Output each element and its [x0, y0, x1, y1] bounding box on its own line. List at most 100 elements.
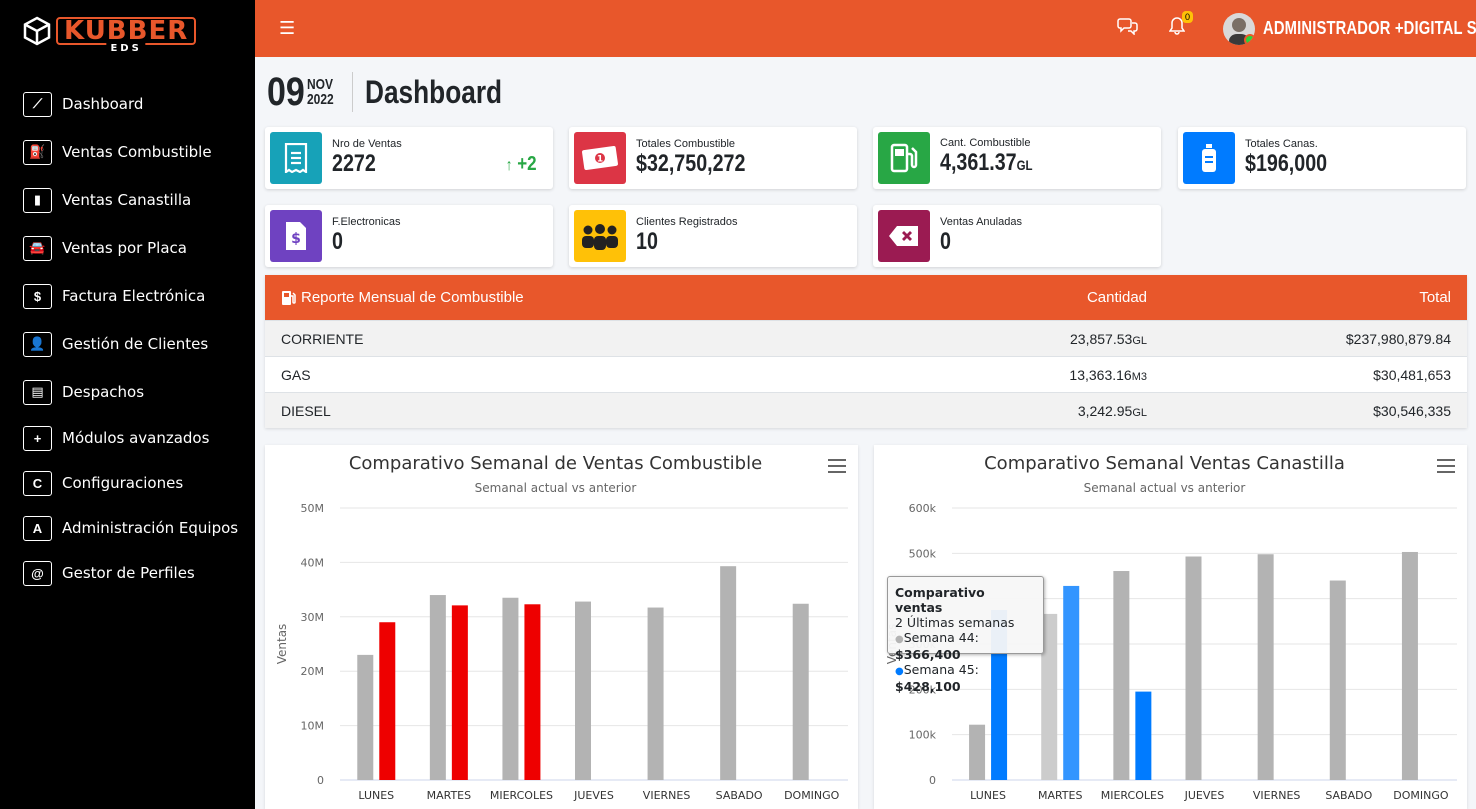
y-axis-label: Ventas	[275, 624, 289, 665]
card-ventas-anuladas[interactable]: Ventas Anuladas 0	[873, 205, 1161, 267]
sales-delta: ↑ +2	[505, 153, 537, 175]
header-divider	[352, 72, 354, 112]
bell-icon[interactable]: 0	[1168, 11, 1193, 40]
card-value: $196,000	[1245, 150, 1328, 177]
fuel-total: $30,481,653	[1373, 366, 1451, 383]
report-title: Reporte Mensual de Combustible	[301, 289, 524, 306]
card-f-electronicas[interactable]: $ F.Electronicas 0	[265, 205, 553, 267]
fuel-name: DIESEL	[281, 402, 331, 419]
fuel-name: GAS	[281, 366, 311, 383]
page-header: 09 NOV 2022 Dashboard	[265, 57, 1467, 127]
bar-previous-week	[1329, 580, 1346, 780]
chart-ventas-combustible: Comparativo Semanal de Ventas Combustibl…	[265, 445, 858, 809]
sidebar-item-gestion-de-clientes[interactable]: 👤 Gestión de Clientes	[0, 322, 255, 366]
tooltip-subtitle: 2 Últimas semanas	[895, 615, 1015, 630]
chart-menu-icon[interactable]	[828, 459, 846, 477]
backspace-icon	[878, 210, 930, 262]
sidebar-item-factura-electronica[interactable]: $ Factura Electrónica	[0, 274, 255, 318]
y-tick-label: 50M	[301, 502, 325, 515]
bar-current-week	[1063, 585, 1080, 780]
card-cant-combustible[interactable]: Cant. Combustible 4,361.37GL	[873, 127, 1161, 189]
bar-current-week	[451, 605, 468, 780]
card-label: Cant. Combustible	[940, 137, 1031, 149]
sidebar-item-label: Configuraciones	[62, 474, 184, 492]
bar-previous-week	[647, 607, 664, 780]
card-nro-ventas[interactable]: Nro de Ventas 2272 ↑ +2	[265, 127, 553, 189]
date-month: NOV	[307, 76, 334, 93]
bar-previous-week	[1257, 554, 1274, 780]
card-totales-canas[interactable]: Totales Canas. $196,000	[1178, 127, 1466, 189]
sidebar-item-modulos-avanzados[interactable]: + Módulos avanzados	[0, 418, 255, 458]
card-value: 2272	[332, 150, 376, 177]
sidebar-item-ventas-combustible[interactable]: ⛽ Ventas Combustible	[0, 130, 255, 174]
bar-previous-week	[1401, 551, 1418, 780]
sidebar-item-label: Factura Electrónica	[62, 287, 206, 305]
chart-svg: Comparativo Semanal de Ventas Combustibl…	[275, 453, 848, 802]
x-tick-label: MIERCOLES	[1101, 789, 1164, 802]
x-tick-label: VIERNES	[643, 789, 691, 802]
main-content: 09 NOV 2022 Dashboard Nro de Ventas 2272…	[265, 57, 1467, 269]
x-tick-label: SABADO	[1325, 789, 1372, 802]
report-header: Reporte Mensual de Combustible Cantidad …	[265, 275, 1467, 320]
bar-previous-week	[575, 601, 591, 780]
table-row: DIESEL 3,242.95GL $30,546,335	[265, 392, 1467, 428]
sidebar-item-configuraciones[interactable]: C Configuraciones	[0, 463, 255, 503]
sidebar-item-gestor-de-perfiles[interactable]: @ Gestor de Perfiles	[0, 553, 255, 593]
x-tick-label: MARTES	[1038, 789, 1083, 802]
menu-toggle-icon[interactable]: ☰	[279, 18, 295, 39]
sidebar-item-ventas-por-placa[interactable]: 🚘 Ventas por Placa	[0, 226, 255, 270]
brand-logo[interactable]: KUBBER EDS	[0, 0, 255, 62]
card-label: Nro de Ventas	[332, 138, 402, 150]
y-tick-label: 0	[929, 774, 936, 787]
bar-previous-week	[969, 724, 986, 780]
fuel-name: CORRIENTE	[281, 330, 364, 347]
y-tick-label: 100k	[909, 729, 937, 742]
card-clientes-registrados[interactable]: Clientes Registrados 10	[569, 205, 857, 267]
bar-previous-week	[429, 595, 446, 780]
fuel-total: $30,546,335	[1373, 402, 1451, 419]
online-status-dot	[1244, 33, 1255, 45]
bar-previous-week	[502, 597, 519, 780]
card-value: 10	[636, 228, 658, 255]
svg-text:1: 1	[597, 155, 603, 165]
chart-title: Comparativo Semanal de Ventas Combustibl…	[349, 453, 762, 474]
plus-icon: +	[23, 425, 52, 451]
card-label: Clientes Registrados	[636, 216, 738, 228]
avatar[interactable]	[1223, 12, 1255, 45]
fuel-qty: 13,363.16M3	[1069, 366, 1147, 383]
bar-previous-week	[720, 566, 737, 780]
page-title: Dashboard	[365, 73, 503, 110]
svg-text:$: $	[291, 231, 301, 247]
gas-pump-icon: ⛽	[23, 139, 52, 165]
user-name[interactable]: ADMINISTRADOR +DIGITAL SAS	[1263, 18, 1476, 39]
date-year: 2022	[307, 91, 334, 108]
chart-menu-icon[interactable]	[1437, 459, 1455, 477]
sidebar-item-ventas-canastilla[interactable]: ▮ Ventas Canastilla	[0, 178, 255, 222]
sidebar-item-label: Despachos	[62, 383, 145, 401]
sidebar-item-label: Dashboard	[62, 95, 144, 113]
gas-pump-icon	[878, 132, 930, 184]
chat-icon[interactable]	[1117, 17, 1139, 40]
y-tick-label: 30M	[301, 611, 325, 624]
gas-pump-icon	[282, 290, 296, 305]
sidebar-item-dashboard[interactable]: ⟋ Dashboard	[0, 82, 255, 126]
bar-current-week	[524, 604, 541, 780]
receipt-icon	[270, 132, 322, 184]
chart-tooltip: Comparativo ventas 2 Últimas semanas ●Se…	[887, 576, 1044, 694]
bottle-icon	[1183, 132, 1235, 184]
x-tick-label: DOMINGO	[784, 789, 840, 802]
card-value: 0	[332, 228, 343, 255]
money-icon: 1	[574, 132, 626, 184]
card-value: $32,750,272	[636, 150, 746, 177]
fuel-total: $237,980,879.84	[1345, 330, 1451, 347]
sidebar-item-despachos[interactable]: ▤ Despachos	[0, 370, 255, 414]
card-totales-combustible[interactable]: 1 Totales Combustible $32,750,272	[569, 127, 857, 189]
sidebar-item-administracion-equipos[interactable]: A Administración Equipos	[0, 508, 255, 548]
chart-subtitle: Semanal actual vs anterior	[475, 481, 637, 495]
table-row: CORRIENTE 23,857.53GL $237,980,879.84	[265, 320, 1467, 356]
tooltip-line: ●Semana 44: $366,400	[895, 630, 979, 662]
card-label: Totales Canas.	[1245, 138, 1318, 150]
fuel-qty: 3,242.95GL	[1077, 402, 1147, 419]
bottle-icon: ▮	[23, 187, 52, 213]
chart-line-icon: ⟋	[23, 91, 52, 117]
